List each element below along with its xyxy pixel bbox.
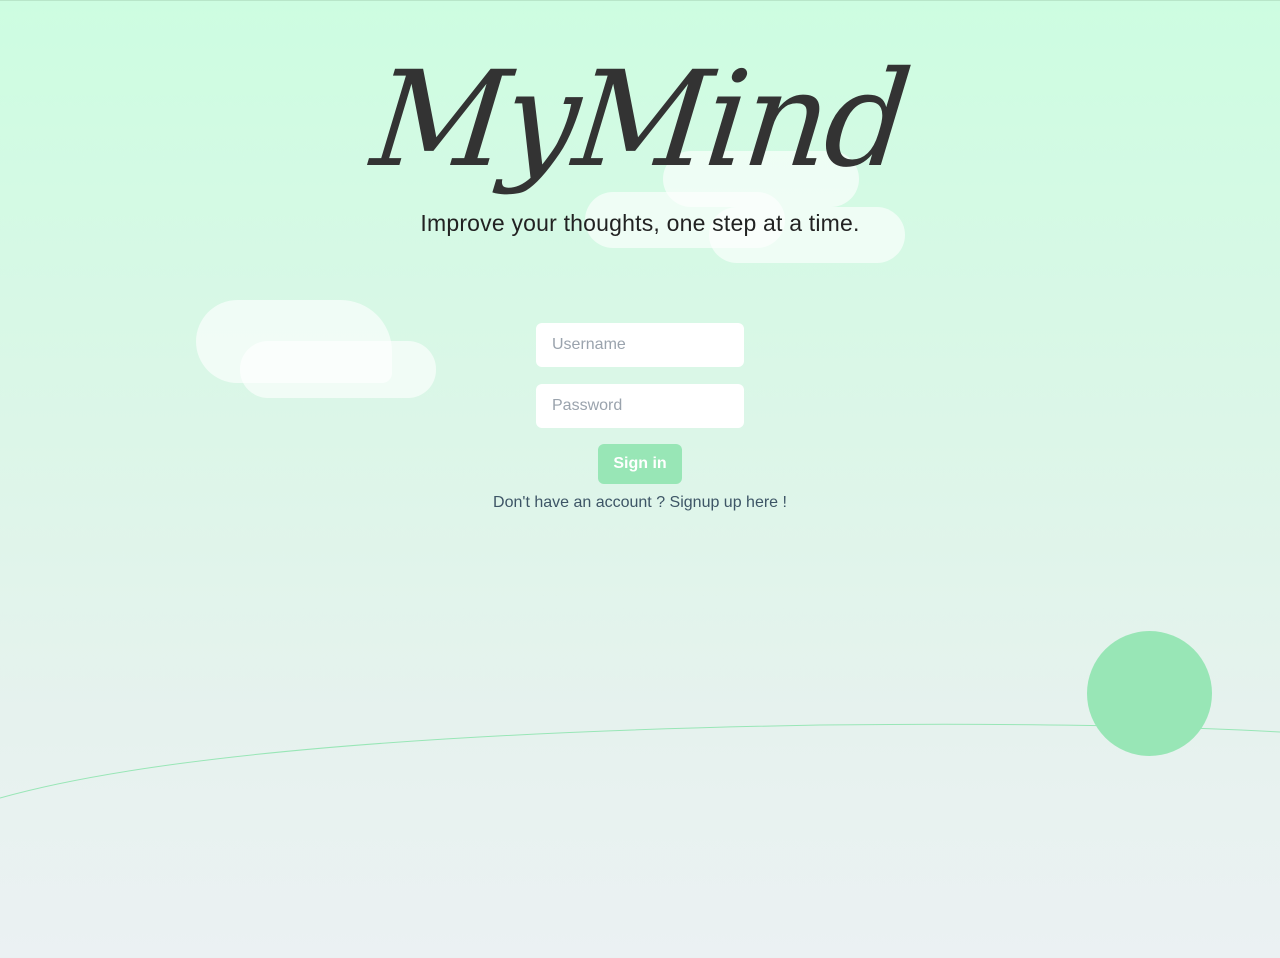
app-logo: MyMind [365, 43, 915, 197]
password-input[interactable] [536, 384, 744, 428]
top-border [0, 0, 1280, 1]
signup-link[interactable]: Don't have an account ? Signup up here ! [0, 494, 1280, 512]
signin-button[interactable]: Sign in [598, 444, 682, 484]
sun-circle [1087, 631, 1212, 756]
tagline: Improve your thoughts, one step at a tim… [420, 210, 860, 236]
username-input[interactable] [536, 323, 744, 367]
